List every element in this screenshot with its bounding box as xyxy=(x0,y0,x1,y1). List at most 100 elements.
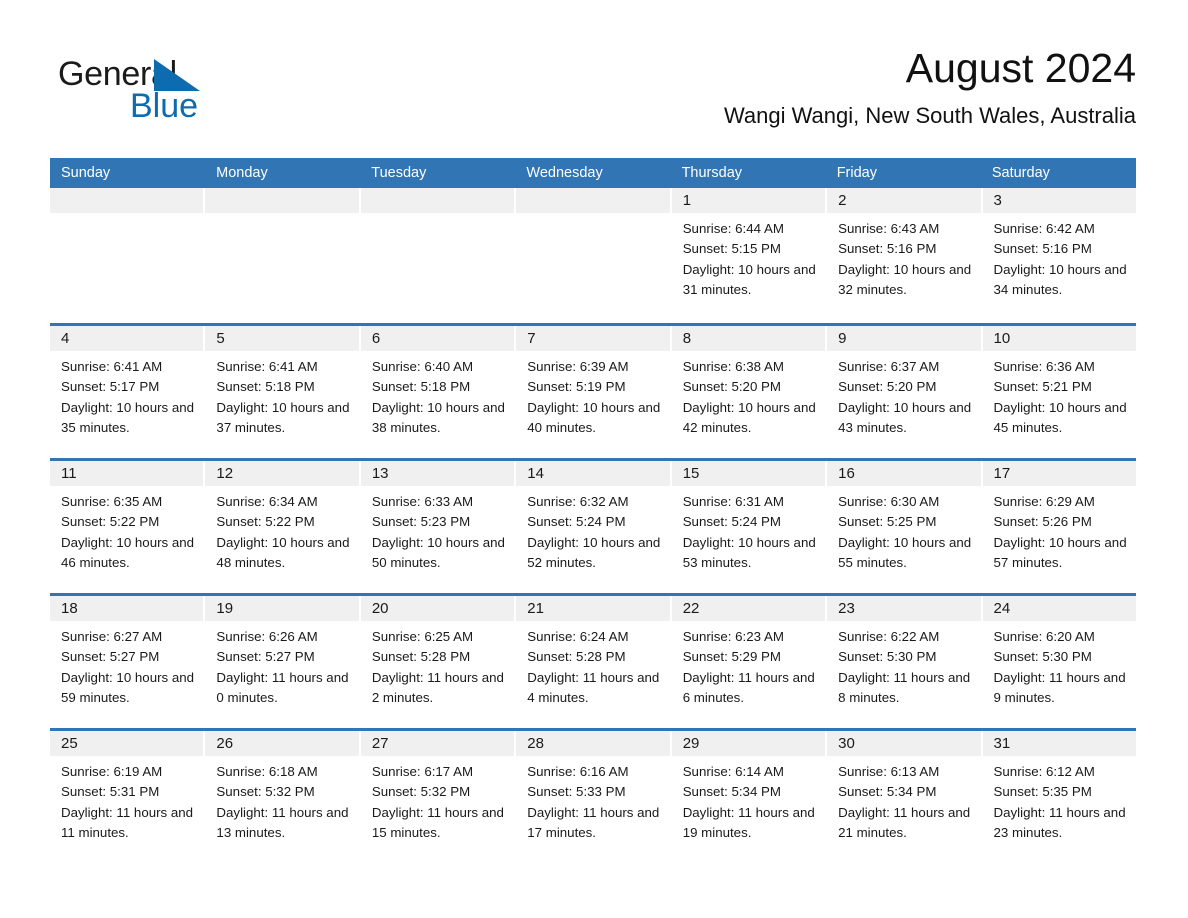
calendar-day-cell[interactable]: 5 Sunrise: 6:41 AM Sunset: 5:18 PM Daylight… xyxy=(205,326,361,458)
day-number: 19 xyxy=(205,596,359,621)
calendar-day-cell[interactable]: 23 Sunrise: 6:22 AM Sunset: 5:30 PM Dayligh… xyxy=(827,596,983,728)
daylight-text: Daylight: 10 hours and 32 minutes. xyxy=(838,261,972,297)
day-details: Sunrise: 6:19 AM Sunset: 5:31 PM Daylight:… xyxy=(50,756,203,843)
day-number: 1 xyxy=(671,188,826,213)
day-number: 22 xyxy=(671,596,826,621)
sunrise-text: Sunrise: 6:39 AM xyxy=(527,359,629,374)
sunrise-text: Sunrise: 6:14 AM xyxy=(682,764,784,779)
calendar-day-cell[interactable]: 27 Sunrise: 6:17 AM Sunset: 5:32 PM Dayligh… xyxy=(360,731,517,863)
calendar-day-cell[interactable]: 17 Sunrise: 6:29 AM Sunset: 5:26 PM Dayligh… xyxy=(982,461,1136,593)
day-details: Sunrise: 6:42 AM Sunset: 5:16 PM Daylight:… xyxy=(983,213,1136,300)
daylight-text: Daylight: 10 hours and 55 minutes. xyxy=(838,534,972,570)
calendar-day-cell[interactable]: 28 Sunrise: 6:16 AM Sunset: 5:33 PM Dayligh… xyxy=(516,731,672,863)
sunrise-text: Sunrise: 6:40 AM xyxy=(371,359,474,374)
sunrise-text: Sunrise: 6:22 AM xyxy=(838,629,940,644)
calendar-day-cell[interactable]: 8 Sunrise: 6:38 AM Sunset: 5:20 PM Daylight… xyxy=(671,326,828,458)
sunrise-text: Sunrise: 6:24 AM xyxy=(527,629,629,644)
calendar-week-row: 1 Sunrise: 6:44 AM Sunset: 5:15 PM Daylight… xyxy=(50,188,1136,323)
sunset-text: Sunset: 5:28 PM xyxy=(371,649,471,665)
sunset-text: Sunset: 5:32 PM xyxy=(216,784,315,800)
day-details: Sunrise: 6:13 AM Sunset: 5:34 PM Daylight:… xyxy=(827,756,980,843)
daylight-text: Daylight: 11 hours and 23 minutes. xyxy=(993,804,1126,840)
day-number: 5 xyxy=(205,326,359,351)
day-details: Sunrise: 6:14 AM Sunset: 5:34 PM Daylight:… xyxy=(672,756,825,843)
daylight-text: Daylight: 10 hours and 35 minutes. xyxy=(61,399,195,435)
calendar-day-cell[interactable]: 7 Sunrise: 6:39 AM Sunset: 5:19 PM Daylight… xyxy=(516,326,672,458)
day-number: 13 xyxy=(360,461,515,486)
calendar-day-cell[interactable]: 3 Sunrise: 6:42 AM Sunset: 5:16 PM Daylight… xyxy=(982,188,1136,323)
day-number: 29 xyxy=(671,731,826,756)
calendar-day-cell[interactable]: 12 Sunrise: 6:34 AM Sunset: 5:22 PM Dayligh… xyxy=(205,461,361,593)
calendar-day-cell[interactable]: 22 Sunrise: 6:23 AM Sunset: 5:29 PM Dayligh… xyxy=(671,596,828,728)
day-number: 8 xyxy=(671,326,826,351)
day-details: Sunrise: 6:34 AM Sunset: 5:22 PM Daylight:… xyxy=(205,486,358,573)
day-number: 21 xyxy=(516,596,670,621)
calendar-day-cell[interactable]: 4 Sunrise: 6:41 AM Sunset: 5:17 PM Daylight… xyxy=(50,326,206,458)
sunset-text: Sunset: 5:24 PM xyxy=(527,514,626,530)
day-number: 9 xyxy=(827,326,981,351)
calendar-day-cell[interactable]: 21 Sunrise: 6:24 AM Sunset: 5:28 PM Dayligh… xyxy=(516,596,672,728)
calendar-day-cell[interactable]: 18 Sunrise: 6:27 AM Sunset: 5:27 PM Dayligh… xyxy=(50,596,206,728)
daylight-text: Daylight: 10 hours and 48 minutes. xyxy=(216,534,350,570)
calendar-day-cell[interactable]: 14 Sunrise: 6:32 AM Sunset: 5:24 PM Dayligh… xyxy=(516,461,672,593)
daylight-text: Daylight: 10 hours and 45 minutes. xyxy=(993,399,1127,435)
sunrise-text: Sunrise: 6:16 AM xyxy=(527,764,629,779)
day-details: Sunrise: 6:29 AM Sunset: 5:26 PM Daylight:… xyxy=(983,486,1136,573)
sunset-text: Sunset: 5:30 PM xyxy=(838,649,937,665)
weekday-header-tuesday: Tuesday xyxy=(371,165,427,181)
day-number: 30 xyxy=(827,731,981,756)
sunrise-text: Sunrise: 6:19 AM xyxy=(61,764,163,779)
sunset-text: Sunset: 5:16 PM xyxy=(993,241,1092,257)
calendar-day-cell[interactable]: 11 Sunrise: 6:35 AM Sunset: 5:22 PM Dayligh… xyxy=(50,461,206,593)
calendar-week-row: 11 Sunrise: 6:35 AM Sunset: 5:22 PM Dayligh… xyxy=(50,458,1136,593)
calendar-day-cell[interactable]: 9 Sunrise: 6:37 AM Sunset: 5:20 PM Daylight… xyxy=(827,326,983,458)
day-details: Sunrise: 6:24 AM Sunset: 5:28 PM Daylight:… xyxy=(516,621,669,708)
calendar-day-cell-empty xyxy=(360,188,517,323)
calendar-day-cell[interactable]: 20 Sunrise: 6:25 AM Sunset: 5:28 PM Dayligh… xyxy=(360,596,517,728)
daylight-text: Daylight: 11 hours and 2 minutes. xyxy=(371,669,504,705)
sunset-text: Sunset: 5:28 PM xyxy=(527,649,626,665)
calendar-day-cell[interactable]: 10 Sunrise: 6:36 AM Sunset: 5:21 PM Dayligh… xyxy=(982,326,1136,458)
sunset-text: Sunset: 5:27 PM xyxy=(61,649,160,665)
sunset-text: Sunset: 5:22 PM xyxy=(61,514,160,530)
calendar-day-cell[interactable]: 25 Sunrise: 6:19 AM Sunset: 5:31 PM Dayligh… xyxy=(50,731,206,863)
day-details: Sunrise: 6:36 AM Sunset: 5:21 PM Daylight:… xyxy=(983,351,1136,438)
day-number: 3 xyxy=(982,188,1136,213)
day-details: Sunrise: 6:38 AM Sunset: 5:20 PM Daylight:… xyxy=(672,351,825,438)
calendar-day-cell[interactable]: 15 Sunrise: 6:31 AM Sunset: 5:24 PM Dayligh… xyxy=(671,461,828,593)
sunrise-text: Sunrise: 6:23 AM xyxy=(682,629,784,644)
calendar-day-cell[interactable]: 30 Sunrise: 6:13 AM Sunset: 5:34 PM Dayligh… xyxy=(827,731,983,863)
sunrise-text: Sunrise: 6:29 AM xyxy=(993,494,1095,509)
day-number: 31 xyxy=(982,731,1136,756)
calendar-day-cell[interactable]: 19 Sunrise: 6:26 AM Sunset: 5:27 PM Dayligh… xyxy=(205,596,361,728)
calendar-day-cell[interactable]: 31 Sunrise: 6:12 AM Sunset: 5:35 PM Dayligh… xyxy=(982,731,1136,863)
day-details: Sunrise: 6:20 AM Sunset: 5:30 PM Daylight:… xyxy=(983,621,1136,708)
sunrise-text: Sunrise: 6:13 AM xyxy=(838,764,940,779)
sunrise-text: Sunrise: 6:30 AM xyxy=(838,494,940,509)
general-blue-logo[interactable]: General Blue xyxy=(58,54,318,134)
calendar-day-cell[interactable]: 26 Sunrise: 6:18 AM Sunset: 5:32 PM Dayligh… xyxy=(205,731,361,863)
day-number: 14 xyxy=(516,461,670,486)
calendar-day-cell[interactable]: 2 Sunrise: 6:43 AM Sunset: 5:16 PM Daylight… xyxy=(827,188,983,323)
sunset-text: Sunset: 5:33 PM xyxy=(527,784,626,800)
calendar-day-cell[interactable]: 16 Sunrise: 6:30 AM Sunset: 5:25 PM Dayligh… xyxy=(827,461,983,593)
day-details: Sunrise: 6:39 AM Sunset: 5:19 PM Daylight:… xyxy=(516,351,669,438)
daylight-text: Daylight: 10 hours and 52 minutes. xyxy=(527,534,661,570)
calendar-day-cell[interactable]: 24 Sunrise: 6:20 AM Sunset: 5:30 PM Dayligh… xyxy=(982,596,1136,728)
sunrise-text: Sunrise: 6:25 AM xyxy=(371,629,474,644)
calendar-day-cell[interactable]: 1 Sunrise: 6:44 AM Sunset: 5:15 PM Daylight… xyxy=(671,188,828,323)
sunrise-text: Sunrise: 6:43 AM xyxy=(838,221,940,236)
daylight-text: Daylight: 10 hours and 34 minutes. xyxy=(993,261,1127,297)
day-details: Sunrise: 6:12 AM Sunset: 5:35 PM Daylight:… xyxy=(983,756,1136,843)
sunset-text: Sunset: 5:17 PM xyxy=(61,379,160,395)
sunset-text: Sunset: 5:31 PM xyxy=(61,784,160,800)
calendar-day-cell[interactable]: 29 Sunrise: 6:14 AM Sunset: 5:34 PM Dayligh… xyxy=(671,731,828,863)
daylight-text: Daylight: 11 hours and 13 minutes. xyxy=(216,804,349,840)
daylight-text: Daylight: 11 hours and 6 minutes. xyxy=(682,669,815,705)
day-number: 23 xyxy=(827,596,981,621)
title-block: August 2024 Wangi Wangi, New South Wales… xyxy=(724,40,1136,132)
calendar-day-cell[interactable]: 6 Sunrise: 6:40 AM Sunset: 5:18 PM Daylight… xyxy=(360,326,517,458)
daylight-text: Daylight: 10 hours and 31 minutes. xyxy=(682,261,816,297)
day-number: 16 xyxy=(827,461,981,486)
calendar-day-cell[interactable]: 13 Sunrise: 6:33 AM Sunset: 5:23 PM Dayligh… xyxy=(360,461,517,593)
